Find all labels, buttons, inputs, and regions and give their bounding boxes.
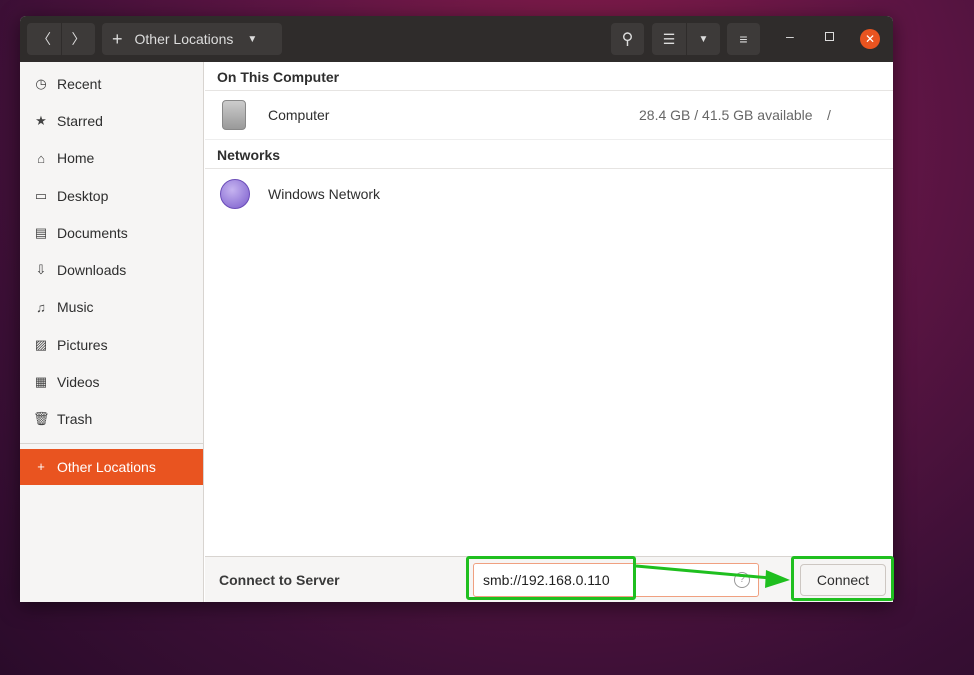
annotation-arrow bbox=[635, 564, 790, 588]
